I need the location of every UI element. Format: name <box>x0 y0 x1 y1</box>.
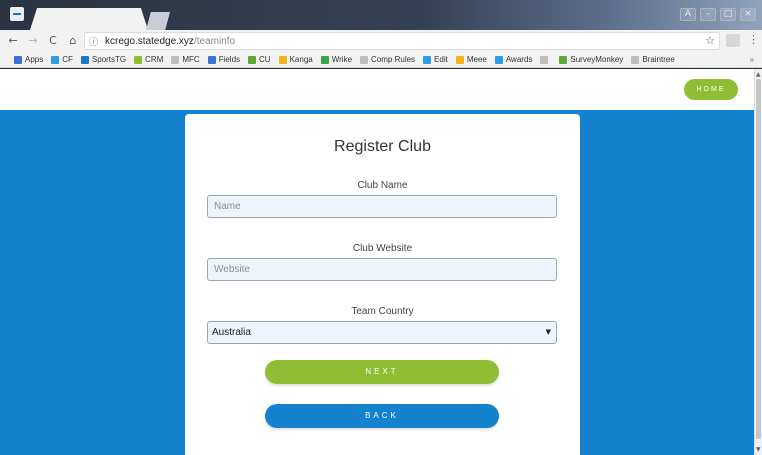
address-bar[interactable]: ⓘ kcrego.statedge.xyz /teaminfo ☆ <box>84 32 720 50</box>
scroll-down-icon[interactable]: ▼ <box>756 446 761 453</box>
site-header: HOME <box>0 69 754 110</box>
bookmark-item[interactable]: SportsTG <box>80 55 127 64</box>
bookmark-icon <box>278 55 287 64</box>
page-title: Register Club <box>334 138 431 155</box>
bookmark-label: Kanga <box>289 55 313 64</box>
bookmark-item[interactable]: Meee <box>455 55 487 64</box>
bookmark-item[interactable]: SurveyMonkey <box>559 55 623 64</box>
url-path: /teaminfo <box>193 35 236 47</box>
bookmark-icon <box>171 55 180 64</box>
back-arrow-icon[interactable]: ← <box>6 34 20 48</box>
bookmark-item[interactable]: Wrike <box>320 55 353 64</box>
bookmark-item[interactable]: Fields <box>207 55 241 64</box>
bookmark-icon <box>51 55 60 64</box>
club-website-label: Club Website <box>352 243 413 254</box>
forward-arrow-icon[interactable]: → <box>26 34 40 48</box>
bookmark-item[interactable] <box>540 55 551 64</box>
reload-icon[interactable]: C <box>46 34 60 48</box>
bookmark-label: Braintree <box>642 55 675 64</box>
app-icon <box>10 7 24 21</box>
bookmark-label: SurveyMonkey <box>570 55 624 64</box>
bookmark-label: Apps <box>25 55 44 64</box>
bookmark-label: Wrike <box>331 55 353 64</box>
bookmark-icon <box>248 55 257 64</box>
team-country-value: Australia <box>212 327 251 338</box>
bookmark-icon <box>494 55 503 64</box>
new-tab-button[interactable] <box>146 12 170 30</box>
bookmark-label: Awards <box>505 55 533 64</box>
bookmark-icon <box>80 55 89 64</box>
bookmark-icon <box>360 55 369 64</box>
bookmark-label: CU <box>259 55 271 64</box>
page-content: HOME Register Club Club Name Club Websit… <box>0 69 754 455</box>
home-icon[interactable]: ⌂ <box>66 34 80 48</box>
chevron-down-icon: ▼ <box>545 328 551 336</box>
minimize-button[interactable]: – <box>700 8 716 21</box>
browser-toolbar: ← → C ⌂ ⓘ kcrego.statedge.xyz /teaminfo … <box>0 30 762 52</box>
bookmark-label: Fields <box>218 55 241 64</box>
bookmark-item[interactable]: Comp Rules <box>360 55 415 64</box>
team-country-label: Team Country <box>351 306 414 317</box>
club-name-input[interactable] <box>207 195 557 218</box>
page-scrollbar[interactable]: ▲ ▼ <box>754 69 762 455</box>
club-website-input[interactable] <box>207 258 557 281</box>
bookmark-icon <box>631 55 640 64</box>
scroll-thumb[interactable] <box>756 79 761 439</box>
next-button[interactable]: NEXT <box>265 360 499 384</box>
bookmark-label: SportsTG <box>91 55 127 64</box>
back-button[interactable]: BACK <box>265 404 499 428</box>
bookmark-item[interactable]: CF <box>51 55 73 64</box>
bookmark-label: Edit <box>434 55 448 64</box>
bookmark-item[interactable]: Edit <box>423 55 448 64</box>
info-icon[interactable]: ⓘ <box>89 35 103 48</box>
bookmark-item[interactable]: MFC <box>171 55 200 64</box>
window-controls: A – □ × <box>680 8 756 21</box>
bookmark-icon <box>14 55 22 64</box>
bookmark-icon <box>559 55 568 64</box>
bookmark-item[interactable]: Awards <box>494 55 533 64</box>
bookmark-icon <box>540 55 549 64</box>
bookmark-label: CRM <box>145 55 164 64</box>
scroll-up-icon[interactable]: ▲ <box>756 71 761 78</box>
bookmark-item[interactable]: Apps <box>14 55 43 64</box>
home-button[interactable]: HOME <box>684 79 738 100</box>
bookmark-item[interactable]: Kanga <box>278 55 313 64</box>
bookmark-item[interactable]: Braintree <box>631 55 675 64</box>
url-host: kcrego.statedge.xyz <box>105 35 194 47</box>
bookmark-item[interactable]: CRM <box>134 55 163 64</box>
title-bar: A – □ × <box>0 0 762 30</box>
bookmark-icon <box>423 55 432 64</box>
maximize-button[interactable]: □ <box>720 8 736 21</box>
menu-icon[interactable]: ⋮ <box>748 33 759 46</box>
register-club-card: Register Club Club Name Club Website Tea… <box>185 114 580 455</box>
bookmark-star-icon[interactable]: ☆ <box>705 34 715 47</box>
bookmark-label: MFC <box>182 55 200 64</box>
bookmark-item[interactable]: CU <box>248 55 271 64</box>
browser-window: A – □ × ← → C ⌂ ⓘ kcrego.statedge.xyz /t… <box>0 0 762 455</box>
extension-icon[interactable] <box>726 34 740 47</box>
club-name-label: Club Name <box>357 180 408 191</box>
bookmark-label: Meee <box>466 55 487 64</box>
bookmarks-overflow-button[interactable]: » <box>750 55 754 64</box>
active-tab[interactable] <box>30 8 148 30</box>
close-button[interactable]: × <box>740 8 756 21</box>
profile-button[interactable]: A <box>680 8 696 21</box>
bookmark-icon <box>320 55 329 64</box>
bookmark-icon <box>207 55 216 64</box>
bookmarks-bar: Apps CF SportsTG CRM MFC Fields CU Kanga Wrike Co… <box>0 52 762 68</box>
bookmark-label: CF <box>62 55 73 64</box>
bookmark-icon <box>134 55 143 64</box>
team-country-select[interactable]: Australia ▼ <box>207 321 557 344</box>
bookmark-label: Comp Rules <box>371 55 416 64</box>
bookmark-icon <box>455 55 464 64</box>
